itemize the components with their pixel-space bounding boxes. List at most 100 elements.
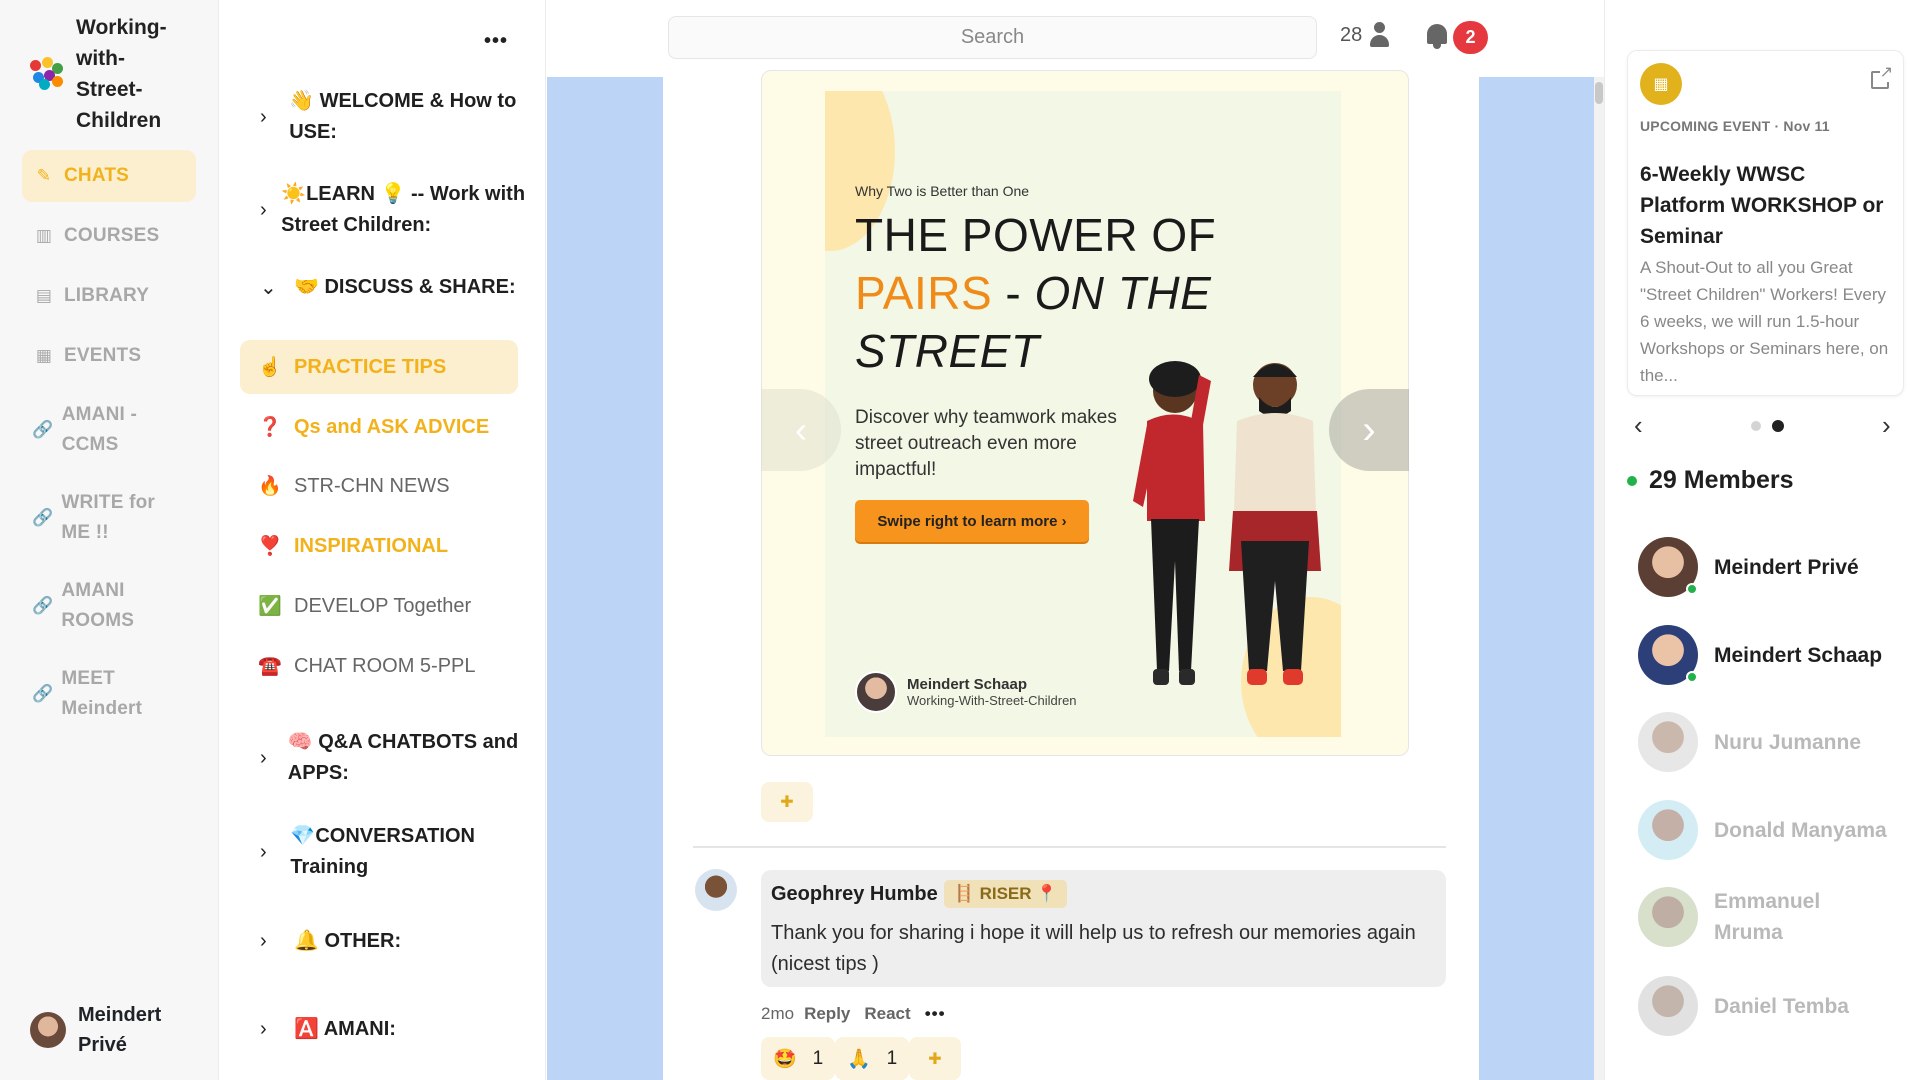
category-qa-chatbots[interactable]: › 🧠 Q&A CHATBOTS and APPS: <box>260 727 530 789</box>
nav-item-meet-meindert[interactable]: 🔗 MEET Meindert <box>22 654 196 734</box>
member-item[interactable]: Meindert Privé <box>1638 537 1894 597</box>
poster-author-org: Working-With-Street-Children <box>907 693 1077 708</box>
add-reaction-button[interactable]: ✚ <box>909 1037 961 1080</box>
member-item[interactable]: Meindert Schaap <box>1638 625 1894 685</box>
poster-eyebrow: Why Two is Better than One <box>855 183 1030 199</box>
member-level-badge: 🪜 RISER 📍 <box>943 880 1068 908</box>
online-status-dot <box>1686 583 1698 595</box>
comment-header: Geophrey Humbe 🪜 RISER 📍 <box>771 880 1436 908</box>
event-carousel-next[interactable]: › <box>1882 410 1891 441</box>
nav-item-amani-rooms[interactable]: 🔗 AMANI ROOMS <box>22 566 196 646</box>
channel-develop-together[interactable]: ✅ DEVELOP Together <box>240 579 518 633</box>
link-icon: 🔗 <box>32 420 54 439</box>
external-link-icon[interactable] <box>1871 62 1893 89</box>
poster-headline-dash: - <box>992 267 1035 319</box>
poster-illustration <box>1133 361 1321 685</box>
channel-inspirational[interactable]: ❣️ INSPIRATIONAL <box>240 519 518 573</box>
upcoming-event-card[interactable]: ▦ UPCOMING EVENT · Nov 11 6-Weekly WWSC … <box>1627 50 1904 396</box>
members-heading: 29 Members <box>1627 466 1794 495</box>
nav-item-label: CHATS <box>64 165 130 186</box>
react-button[interactable]: React <box>864 1004 910 1024</box>
category-label: 🧠 Q&A CHATBOTS and APPS: <box>288 727 530 789</box>
calendar-icon: ▦ <box>35 346 53 365</box>
comment-bubble: Geophrey Humbe 🪜 RISER 📍 Thank you for s… <box>761 870 1446 987</box>
members-title: 29 Members <box>1649 466 1794 494</box>
bell-icon[interactable] <box>1423 22 1451 50</box>
chevron-right-icon: › <box>260 930 267 952</box>
member-name: Daniel Temba <box>1714 994 1849 1018</box>
post-image-carousel[interactable]: Why Two is Better than One THE POWER OF … <box>761 70 1409 756</box>
pencil-icon: ✎ <box>36 166 52 185</box>
current-user-profile[interactable]: Meindert Privé <box>30 1000 188 1060</box>
channel-list-more-button[interactable]: ••• <box>484 30 508 53</box>
carousel-dot-active[interactable] <box>1772 420 1784 432</box>
nav-item-amani-ccms[interactable]: 🔗 AMANI - CCMS <box>22 390 196 470</box>
category-text: OTHER: <box>324 930 402 952</box>
channel-str-chn-news[interactable]: 🔥 STR-CHN NEWS <box>240 459 518 513</box>
comment-actions: 2mo Reply React ••• <box>761 1004 946 1024</box>
category-learn[interactable]: › ☀️LEARN 💡 -- Work with Street Children… <box>260 179 530 241</box>
category-label: 🤝 DISCUSS & SHARE: <box>294 272 516 303</box>
chevron-right-icon: › <box>260 198 267 221</box>
avatar <box>30 1012 66 1048</box>
search-input[interactable]: Search <box>668 16 1317 59</box>
nav-item-library[interactable]: ▤ LIBRARY <box>22 270 196 322</box>
online-users-count[interactable]: 28 <box>1340 22 1390 48</box>
add-reaction-icon: ✚ <box>928 1050 942 1068</box>
avatar <box>1638 712 1698 772</box>
member-item[interactable]: Donald Manyama <box>1638 800 1894 860</box>
nav-item-events[interactable]: ▦ EVENTS <box>22 330 196 382</box>
event-carousel-prev[interactable]: ‹ <box>1634 410 1643 441</box>
notification-badge[interactable]: 2 <box>1453 21 1488 54</box>
member-item[interactable]: Daniel Temba <box>1638 976 1894 1036</box>
comment-text: Thank you for sharing i hope it will hel… <box>771 922 1416 975</box>
chevron-right-icon: › <box>260 105 267 128</box>
poster-author: Meindert Schaap Working-With-Street-Chil… <box>855 671 1077 713</box>
avatar[interactable] <box>695 869 737 911</box>
poster-author-text: Meindert Schaap Working-With-Street-Chil… <box>907 676 1077 708</box>
channel-chat-room-5-ppl[interactable]: ☎️ CHAT ROOM 5-PPL <box>240 639 518 693</box>
add-reaction-button[interactable]: ✚ <box>761 782 813 822</box>
carousel-dot[interactable] <box>1751 421 1761 431</box>
category-emoji: ☀️ <box>281 183 307 205</box>
channel-label: STR-CHN NEWS <box>294 474 450 497</box>
comment-author[interactable]: Geophrey Humbe <box>771 883 938 906</box>
avatar <box>1638 537 1698 597</box>
reply-button[interactable]: Reply <box>804 1004 850 1024</box>
reaction-folded-hands[interactable]: 🙏 1 <box>835 1037 910 1080</box>
avatar <box>1638 887 1698 947</box>
member-name: Meindert Schaap <box>1714 643 1883 667</box>
comment-more-button[interactable]: ••• <box>925 1004 946 1024</box>
feed-scrollbar-thumb[interactable] <box>1595 82 1603 104</box>
reaction-count: 1 <box>886 1047 898 1069</box>
category-label: 🅰️ AMANI: <box>294 1014 396 1045</box>
member-item[interactable]: Emmanuel Mruma <box>1638 886 1894 948</box>
main-sidebar: Working-with-Street-Children ✎ CHATS ▥ C… <box>0 0 219 1080</box>
category-label: ☀️LEARN 💡 -- Work with Street Children: <box>281 179 530 241</box>
nav-item-courses[interactable]: ▥ COURSES <box>22 210 196 262</box>
member-item[interactable]: Nuru Jumanne <box>1638 712 1894 772</box>
chevron-right-icon: › <box>260 1018 267 1040</box>
avatar <box>855 671 897 713</box>
question-mark-icon: ❓ <box>258 417 282 438</box>
category-conversation-training[interactable]: › 💎CONVERSATION Training <box>260 821 530 883</box>
category-welcome[interactable]: › 👋 WELCOME & How to USE: <box>260 86 530 148</box>
category-label: 🔔 OTHER: <box>294 926 401 957</box>
carousel-prev-button[interactable]: ‹ <box>761 389 841 471</box>
feed-scrollbar[interactable] <box>1594 77 1604 1080</box>
online-status-dot <box>1686 671 1698 683</box>
category-other[interactable]: › 🔔 OTHER: <box>260 926 530 957</box>
poster-headline-italic: STREET <box>855 325 1040 377</box>
event-title: 6-Weekly WWSC Platform WORKSHOP or Semin… <box>1640 163 1884 248</box>
nav-item-chats[interactable]: ✎ CHATS <box>22 150 196 202</box>
nav-item-write-for-me[interactable]: 🔗 WRITE for ME !! <box>22 478 196 558</box>
reaction-star-struck[interactable]: 🤩 1 <box>761 1037 836 1080</box>
poster-headline-line: THE POWER OF <box>855 209 1217 261</box>
channel-qs-ask-advice[interactable]: ❓ Qs and ASK ADVICE <box>240 400 518 454</box>
workspace-brand[interactable]: Working-with-Street-Children <box>30 12 186 136</box>
category-discuss-share[interactable]: ⌄ 🤝 DISCUSS & SHARE: <box>260 272 530 303</box>
category-amani[interactable]: › 🅰️ AMANI: <box>260 1014 530 1045</box>
carousel-next-button[interactable]: › <box>1329 389 1409 471</box>
chevron-down-icon: ⌄ <box>260 277 277 299</box>
channel-practice-tips[interactable]: ☝️ PRACTICE TIPS <box>240 340 518 394</box>
